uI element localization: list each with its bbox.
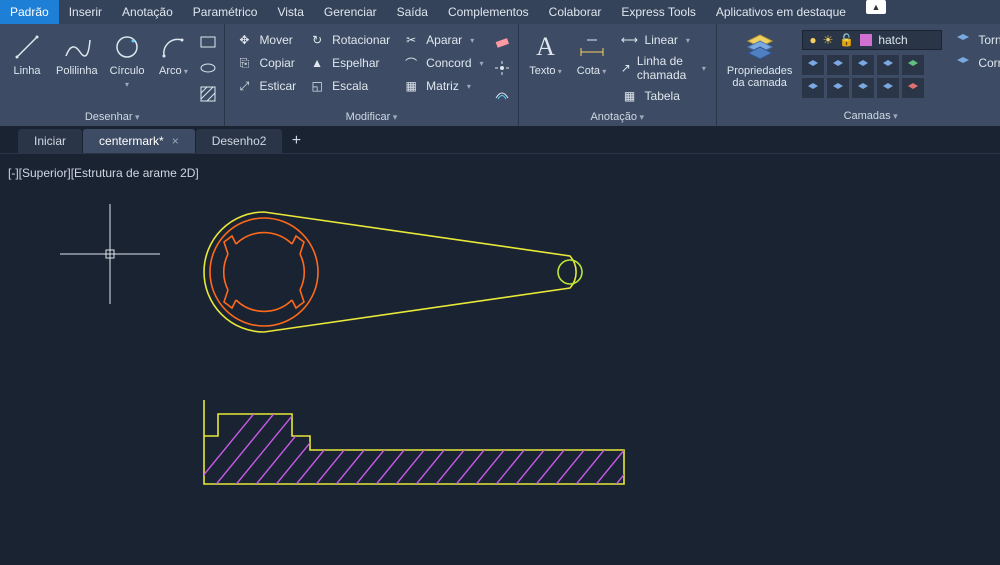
lightbulb-icon: ● — [809, 33, 816, 47]
layer-tool-3[interactable] — [852, 55, 874, 75]
ribbon: Linha Polilinha Círculo Arco — [0, 24, 1000, 126]
layer-tool-6[interactable] — [802, 78, 824, 98]
drawing-svg — [0, 154, 1000, 562]
mirror-icon: ▲ — [308, 54, 326, 72]
panel-layers: Propriedadesda camada ● ☀ 🔓 hatch — [717, 24, 1000, 126]
tool-linear[interactable]: ⟷Linear▾ — [617, 30, 710, 50]
tool-leader[interactable]: ↗Linha de chamada▾ — [617, 53, 710, 83]
text-icon: A — [529, 30, 563, 64]
tool-rotacionar[interactable]: ↻Rotacionar — [304, 30, 394, 50]
layer-color-swatch — [860, 34, 872, 46]
tool-concord[interactable]: ⌒Concord▾ — [398, 53, 487, 73]
tool-escala[interactable]: ◱Escala — [304, 76, 394, 96]
table-icon: ▦ — [621, 87, 639, 105]
polyline-icon — [60, 30, 94, 64]
tool-esticar[interactable]: ⤢Esticar — [231, 76, 300, 96]
panel-annotate-title[interactable]: Anotação — [523, 108, 712, 127]
layers-icon — [743, 30, 777, 64]
layer-tool-9[interactable] — [877, 78, 899, 98]
panel-annotate: A Texto Cota ⟷Linear▾ ↗Linha de chamada▾… — [519, 24, 717, 126]
lock-icon: 🔓 — [839, 33, 854, 47]
arc-icon — [156, 30, 190, 64]
fillet-icon: ⌒ — [402, 54, 420, 72]
menu-inserir[interactable]: Inserir — [59, 0, 112, 24]
linear-dim-icon: ⟷ — [621, 31, 639, 49]
tool-circulo[interactable]: Círculo — [104, 28, 151, 93]
layer-tool-10[interactable] — [902, 78, 924, 98]
tool-linha[interactable]: Linha — [4, 28, 50, 79]
dimension-icon — [575, 30, 609, 64]
panel-modify-title[interactable]: Modificar — [229, 108, 513, 127]
layer-side-2[interactable]: Corres — [950, 53, 1000, 73]
tool-polilinha[interactable]: Polilinha — [50, 28, 104, 79]
panel-draw-title[interactable]: Desenhar — [4, 108, 220, 127]
appearance-toggle-icon[interactable]: ▲ — [866, 0, 886, 14]
tool-ellipse[interactable] — [198, 58, 218, 78]
tool-hatch[interactable] — [198, 84, 218, 104]
panel-draw: Linha Polilinha Círculo Arco — [0, 24, 225, 126]
menu-gerenciar[interactable]: Gerenciar — [314, 0, 387, 24]
drawing-section-view — [180, 394, 690, 504]
leader-icon: ↗ — [621, 59, 631, 77]
array-icon: ▦ — [402, 77, 420, 95]
panel-modify: ✥Mover ⎘Copiar ⤢Esticar ↻Rotacionar ▲Esp… — [225, 24, 518, 126]
tool-texto[interactable]: A Texto — [523, 28, 569, 80]
tool-espelhar[interactable]: ▲Espelhar — [304, 53, 394, 73]
tool-erase[interactable] — [492, 32, 512, 52]
layer-tool-2[interactable] — [827, 55, 849, 75]
tool-aparar[interactable]: ✂Aparar▾ — [398, 30, 487, 50]
stretch-icon: ⤢ — [235, 77, 253, 95]
tab-centermark[interactable]: centermark*× — [83, 129, 195, 153]
tool-copiar[interactable]: ⎘Copiar — [231, 53, 300, 73]
document-tabs: Iniciar centermark*× Desenho2 + — [0, 126, 1000, 154]
layer-properties[interactable]: Propriedadesda camada — [721, 28, 798, 91]
menu-apps[interactable]: Aplicativos em destaque — [706, 0, 856, 24]
menu-bar: Padrão Inserir Anotação Paramétrico Vist… — [0, 0, 1000, 24]
menu-parametrico[interactable]: Paramétrico — [183, 0, 268, 24]
layer-tool-7[interactable] — [827, 78, 849, 98]
layer-dropdown[interactable]: ● ☀ 🔓 hatch — [802, 30, 942, 50]
drawing-canvas[interactable]: [-][Superior][Estrutura de arame 2D] — [0, 154, 1000, 562]
add-tab[interactable]: + — [283, 129, 309, 153]
tab-desenho2[interactable]: Desenho2 — [196, 129, 283, 153]
menu-colaborar[interactable]: Colaborar — [539, 0, 612, 24]
tool-arco[interactable]: Arco — [150, 28, 196, 80]
scale-icon: ◱ — [308, 77, 326, 95]
tool-matriz[interactable]: ▦Matriz▾ — [398, 76, 487, 96]
menu-vista[interactable]: Vista — [267, 0, 313, 24]
menu-complementos[interactable]: Complementos — [438, 0, 539, 24]
panel-layers-title[interactable]: Camadas — [721, 107, 1000, 126]
trim-icon: ✂ — [402, 31, 420, 49]
viewport-label[interactable]: [-][Superior][Estrutura de arame 2D] — [8, 166, 199, 180]
line-icon — [10, 30, 44, 64]
menu-saida[interactable]: Saída — [387, 0, 438, 24]
tool-cota[interactable]: Cota — [569, 28, 615, 80]
layer-tool-4[interactable] — [877, 55, 899, 75]
tool-explode[interactable] — [492, 58, 512, 78]
circle-icon — [110, 30, 144, 64]
match-layer-icon — [954, 54, 972, 72]
menu-padrao[interactable]: Padrão — [0, 0, 59, 24]
menu-express[interactable]: Express Tools — [611, 0, 705, 24]
tool-offset[interactable] — [492, 84, 512, 104]
layer-tool-8[interactable] — [852, 78, 874, 98]
tool-rectangle[interactable] — [198, 32, 218, 52]
drawing-top-view — [204, 192, 582, 332]
tool-tabela[interactable]: ▦Tabela — [617, 86, 710, 106]
sun-icon: ☀ — [823, 33, 834, 47]
tool-mover[interactable]: ✥Mover — [231, 30, 300, 50]
layer-quick-tools — [802, 52, 942, 98]
rotate-icon: ↻ — [308, 31, 326, 49]
copy-icon: ⎘ — [235, 54, 253, 72]
close-icon[interactable]: × — [172, 134, 179, 148]
tab-iniciar[interactable]: Iniciar — [18, 129, 82, 153]
layer-tool-1[interactable] — [802, 55, 824, 75]
layer-name: hatch — [878, 33, 907, 47]
move-icon: ✥ — [235, 31, 253, 49]
layer-side-1[interactable]: Tornar — [950, 30, 1000, 50]
make-current-icon — [954, 31, 972, 49]
crosshair-cursor — [60, 204, 160, 304]
menu-anotacao[interactable]: Anotação — [112, 0, 183, 24]
layer-tool-5[interactable] — [902, 55, 924, 75]
